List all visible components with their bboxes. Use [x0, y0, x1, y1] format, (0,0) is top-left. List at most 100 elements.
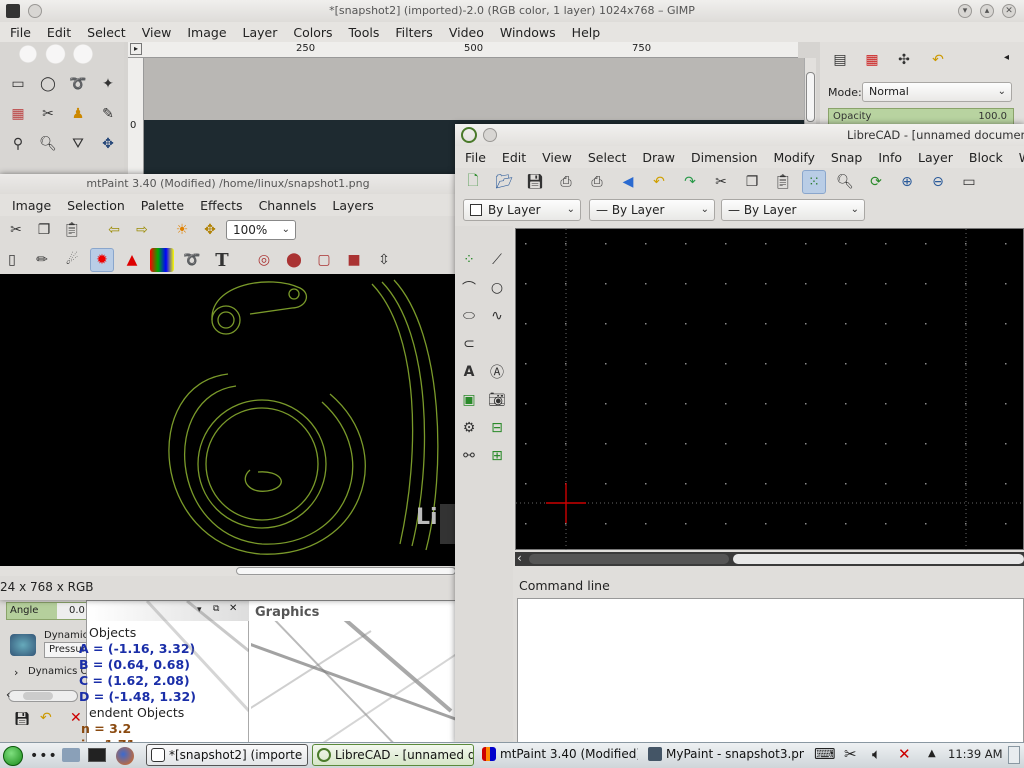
pan-icon[interactable]: ✥ — [198, 218, 222, 242]
mtpaint-menu-selection[interactable]: Selection — [59, 198, 133, 213]
foreground-select-icon[interactable]: ♟ — [66, 102, 90, 126]
gimp-menu-edit[interactable]: Edit — [39, 25, 79, 40]
undo-icon[interactable]: ⇦ — [102, 218, 126, 242]
flip-icon[interactable]: ⇳ — [372, 248, 396, 272]
gradient-icon[interactable] — [150, 248, 174, 272]
task-mtpaint[interactable]: mtPaint 3.40 (Modified) — [478, 744, 638, 766]
paint-icon[interactable]: ✹ — [90, 248, 114, 272]
measure-tool-icon[interactable]: ⊟ — [485, 416, 509, 440]
librecad-menu-window[interactable]: Window — [1011, 150, 1024, 165]
paste-icon[interactable]: 📋︎ — [771, 170, 795, 194]
rect-outline-icon[interactable]: ▢ — [312, 248, 336, 272]
gimp-menu-video[interactable]: Video — [441, 25, 492, 40]
layers-tab-icon[interactable]: ▤ — [828, 48, 852, 72]
tray-expand-icon[interactable]: ▲ — [928, 748, 936, 759]
zoom-auto-icon[interactable]: ▭ — [957, 170, 981, 194]
modify-tool-icon[interactable]: ⚯ — [457, 444, 481, 468]
brightness-icon[interactable]: ☀ — [170, 218, 194, 242]
undo-history-tab-icon[interactable]: ↶ — [926, 48, 950, 72]
gimp-close-button[interactable]: ✕ — [1002, 4, 1016, 18]
zoom-in-icon[interactable]: ⊕ — [895, 170, 919, 194]
spline-tool-icon[interactable]: ∿ — [485, 304, 509, 328]
pages-icon[interactable]: ▯ — [0, 248, 24, 272]
text-tool-icon[interactable]: A — [457, 360, 481, 384]
mtpaint-menu-effects[interactable]: Effects — [192, 198, 251, 213]
measure-icon[interactable]: ⛛ — [66, 132, 90, 156]
gimp-maximize-button[interactable]: ▴ — [980, 4, 994, 18]
gimp-menu-windows[interactable]: Windows — [492, 25, 564, 40]
terminal-icon[interactable] — [88, 748, 106, 762]
librecad-menu-layer[interactable]: Layer — [910, 150, 961, 165]
paths-tab-icon[interactable]: ✣ — [892, 48, 916, 72]
brush-size-slider[interactable] — [8, 690, 78, 702]
select-tool-icon[interactable]: ⊞ — [485, 444, 509, 468]
save-brush-icon[interactable]: 💾︎ — [14, 712, 31, 727]
grid-icon[interactable]: ⁙ — [802, 170, 826, 194]
delete-brush-icon[interactable]: ✕ — [70, 710, 82, 726]
zoom-out-icon[interactable]: ⊖ — [926, 170, 950, 194]
print-preview-icon[interactable]: ⎙ — [585, 170, 609, 194]
cut-icon[interactable]: ✂ — [4, 218, 28, 242]
expander-arrow-icon[interactable]: › — [14, 666, 18, 679]
text-icon[interactable]: T — [210, 248, 234, 272]
gimp-menu-select[interactable]: Select — [79, 25, 134, 40]
clipboard-tray-icon[interactable]: ✂ — [844, 745, 857, 763]
mtpaint-menu-palette[interactable]: Palette — [133, 198, 192, 213]
librecad-menu-snap[interactable]: Snap — [823, 150, 870, 165]
open-document-icon[interactable]: 📂︎ — [492, 170, 516, 194]
firefox-icon[interactable] — [116, 747, 134, 765]
clock[interactable]: 11:39 AM — [948, 747, 1003, 761]
ellipse-select-icon[interactable]: ◯ — [36, 72, 60, 96]
move-icon[interactable]: ✥ — [96, 132, 120, 156]
librecad-menu-info[interactable]: Info — [870, 150, 910, 165]
redo-icon[interactable]: ⇨ — [130, 218, 154, 242]
pen-type-combo[interactable]: — By Layer ⌄ — [721, 199, 865, 221]
angle-slider[interactable]: Angle 0.0 — [6, 602, 90, 620]
color-picker-icon[interactable]: ⚲ — [6, 132, 30, 156]
volume-tray-icon[interactable]: 🔈︎ — [872, 745, 881, 763]
librecad-menu-draw[interactable]: Draw — [634, 150, 683, 165]
paths-icon[interactable]: ✎ — [96, 102, 120, 126]
revert-brush-icon[interactable]: ↶ — [40, 710, 52, 726]
pen-width-combo[interactable]: — By Layer ⌄ — [589, 199, 715, 221]
block-tool-icon[interactable]: ⚙ — [457, 416, 481, 440]
librecad-menu-view[interactable]: View — [534, 150, 580, 165]
gimp-minimize-button[interactable]: ▾ — [958, 4, 972, 18]
librecad-menu-button[interactable] — [483, 128, 497, 142]
color-select-icon[interactable]: ▦ — [6, 102, 30, 126]
back-icon[interactable]: ◀ — [616, 170, 640, 194]
image-tool-icon[interactable]: 📷︎ — [485, 388, 509, 412]
draft-mode-icon[interactable]: 🔍︎ — [833, 170, 857, 194]
more-apps-icon[interactable]: ••• — [30, 748, 58, 764]
librecad-hscrollbar[interactable]: ‹ — [515, 551, 1024, 566]
task-mypaint[interactable]: MyPaint - snapshot3.pn — [644, 744, 804, 766]
paste-icon[interactable]: 📋︎ — [60, 218, 84, 242]
clone-icon[interactable]: ☄ — [60, 248, 84, 272]
gimp-menu-button[interactable] — [28, 4, 42, 18]
mtpaint-canvas[interactable]: Li — [0, 274, 456, 566]
librecad-menu-select[interactable]: Select — [580, 150, 635, 165]
ellipse-outline-icon[interactable]: ◎ — [252, 248, 276, 272]
task-librecad[interactable]: LibreCAD - [unnamed d — [312, 744, 474, 766]
copy-icon[interactable]: ❐ — [32, 218, 56, 242]
arc-tool-icon[interactable]: ⌒ — [457, 276, 481, 300]
save-document-icon[interactable]: 💾︎ — [523, 170, 547, 194]
gimp-ruler-corner[interactable]: ▸ — [130, 43, 142, 55]
gimp-menu-view[interactable]: View — [134, 25, 180, 40]
librecad-menu-block[interactable]: Block — [961, 150, 1011, 165]
dock-menu-icon[interactable]: ◂ — [1004, 52, 1009, 63]
cut-icon[interactable]: ✂ — [709, 170, 733, 194]
gimp-menu-colors[interactable]: Colors — [285, 25, 340, 40]
librecad-menu-file[interactable]: File — [457, 150, 494, 165]
command-history[interactable] — [517, 598, 1024, 744]
gimp-menu-tools[interactable]: Tools — [341, 25, 388, 40]
rect-fill-icon[interactable]: ■ — [342, 248, 366, 272]
zoom-icon[interactable]: 🔍︎ — [36, 132, 60, 156]
network-tray-icon[interactable]: ✕ — [898, 745, 911, 763]
circle-tool-icon[interactable]: ○ — [485, 276, 509, 300]
ellipse-fill-icon[interactable]: ⬤ — [282, 248, 306, 272]
lasso-select-icon[interactable]: ➰ — [66, 72, 90, 96]
start-menu-icon[interactable] — [3, 746, 23, 766]
line-tool-icon[interactable]: ⟋ — [485, 248, 509, 272]
rect-select-icon[interactable]: ▭ — [6, 72, 30, 96]
